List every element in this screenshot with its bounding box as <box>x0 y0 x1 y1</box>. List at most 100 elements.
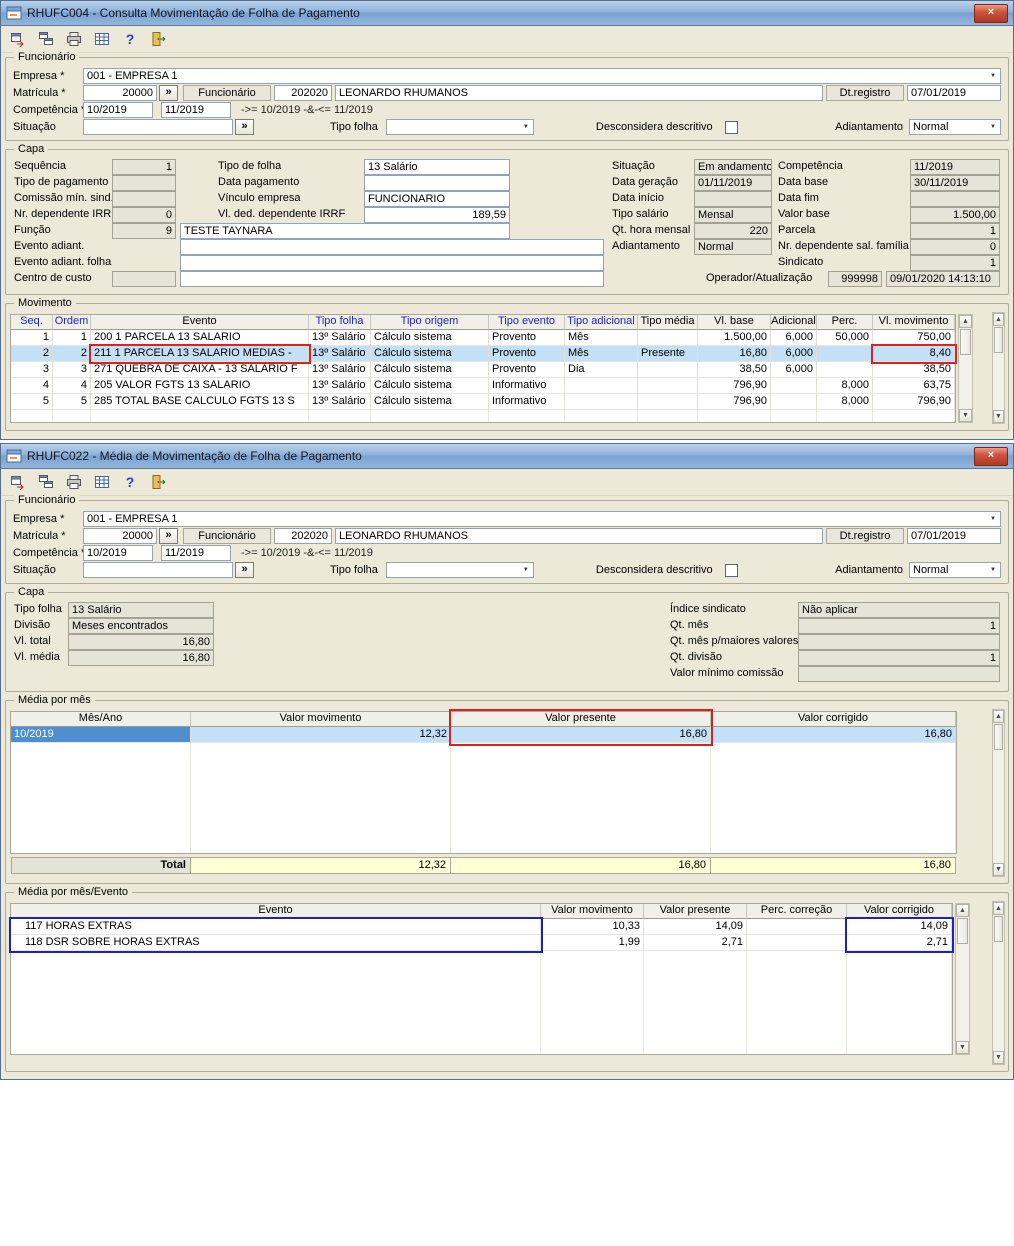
window-cascade-icon[interactable] <box>37 473 55 491</box>
window-cascade-icon[interactable] <box>37 30 55 48</box>
scroll-thumb[interactable] <box>957 918 968 944</box>
column-header[interactable]: Adicional <box>771 315 817 330</box>
competencia-end-input[interactable]: 11/2019 <box>161 545 231 561</box>
window-nav-icon[interactable] <box>9 30 27 48</box>
scroll-thumb[interactable] <box>994 724 1003 750</box>
desconsidera-descritivo-checkbox[interactable] <box>724 563 738 577</box>
scroll-down-button[interactable]: ▼ <box>993 410 1004 423</box>
scroll-down-button[interactable]: ▼ <box>956 1041 969 1054</box>
scroll-thumb[interactable] <box>994 916 1003 942</box>
competencia-start-input[interactable]: 10/2019 <box>83 545 153 561</box>
situacao-input[interactable] <box>83 562 233 578</box>
funcionario-code-field[interactable]: 202020 <box>274 528 332 544</box>
table-cell: Mês <box>565 346 638 362</box>
scroll-down-button[interactable]: ▼ <box>959 409 972 422</box>
column-header[interactable]: Vl. movimento <box>873 315 955 330</box>
competencia-start-input[interactable]: 10/2019 <box>83 102 153 118</box>
matricula-input[interactable]: 20000 <box>83 528 157 544</box>
help-icon[interactable]: ? <box>121 30 139 48</box>
situacao-lookup-button[interactable]: » <box>235 119 254 135</box>
evento-adiant-label: Evento adiant. <box>14 240 85 252</box>
column-header[interactable]: Perc. <box>817 315 873 330</box>
window-title: RHUFC004 - Consulta Movimentação de Folh… <box>27 6 360 20</box>
adiantamento-combobox[interactable]: Normal ▼ <box>909 119 1001 135</box>
column-header[interactable]: Tipo origem <box>371 315 489 330</box>
column-header[interactable]: Perc. correção <box>747 904 847 919</box>
chevron-down-icon[interactable]: ▼ <box>519 124 533 130</box>
chevron-down-icon[interactable]: ▼ <box>986 124 1000 130</box>
scroll-thumb[interactable] <box>994 327 1003 353</box>
column-header[interactable]: Valor corrigido <box>711 712 956 727</box>
column-header[interactable]: Mês/Ano <box>11 712 191 727</box>
print-icon[interactable] <box>65 473 83 491</box>
print-icon[interactable] <box>65 30 83 48</box>
scroll-thumb[interactable] <box>960 329 971 355</box>
funcionario-name-field[interactable]: LEONARDO RHUMANOS <box>335 85 823 101</box>
column-header[interactable]: Seq. <box>11 315 53 330</box>
total-valor-movimento: 12,32 <box>191 857 451 874</box>
funcionario-code-field[interactable]: 202020 <box>274 85 332 101</box>
empresa-combobox[interactable]: 001 - EMPRESA 1 ▼ <box>83 68 1001 84</box>
table-cell <box>638 330 698 346</box>
matricula-lookup-button[interactable]: » <box>159 528 178 544</box>
matricula-lookup-button[interactable]: » <box>159 85 178 101</box>
situacao-lookup-button[interactable]: » <box>235 562 254 578</box>
table-cell <box>771 378 817 394</box>
vertical-scrollbar[interactable]: ▲ ▼ <box>992 709 1005 877</box>
scroll-up-button[interactable]: ▲ <box>956 904 969 917</box>
qt-mes-maiores-field <box>798 634 1000 650</box>
column-header[interactable]: Tipo adicional <box>565 315 638 330</box>
scroll-up-button[interactable]: ▲ <box>959 315 972 328</box>
matricula-input[interactable]: 20000 <box>83 85 157 101</box>
vertical-scrollbar[interactable]: ▲ ▼ <box>955 903 970 1055</box>
column-header[interactable]: Valor movimento <box>541 904 644 919</box>
column-header[interactable]: Valor movimento <box>191 712 451 727</box>
close-icon[interactable]: × <box>974 3 1008 23</box>
column-header[interactable]: Ordem <box>53 315 91 330</box>
help-icon[interactable]: ? <box>121 473 139 491</box>
chevron-down-icon[interactable]: ▼ <box>986 567 1000 573</box>
column-header[interactable]: Tipo média <box>638 315 698 330</box>
scroll-up-button[interactable]: ▲ <box>993 313 1004 326</box>
sindicato-field: 1 <box>910 255 1000 271</box>
title-bar[interactable]: RHUFC022 - Média de Movimentação de Folh… <box>1 444 1013 469</box>
empresa-combobox[interactable]: 001 - EMPRESA 1 ▼ <box>83 511 1001 527</box>
exit-icon[interactable] <box>149 30 167 48</box>
sequencia-label: Sequência <box>14 160 66 172</box>
chevron-down-icon[interactable]: ▼ <box>519 567 533 573</box>
close-icon[interactable]: × <box>974 446 1008 466</box>
column-header[interactable]: Vl. base <box>698 315 771 330</box>
funcionario-name-field[interactable]: LEONARDO RHUMANOS <box>335 528 823 544</box>
exit-icon[interactable] <box>149 473 167 491</box>
table-cell <box>638 378 698 394</box>
desconsidera-descritivo-checkbox[interactable] <box>724 120 738 134</box>
scroll-up-button[interactable]: ▲ <box>993 710 1004 723</box>
column-header[interactable]: Tipo folha <box>309 315 371 330</box>
column-header[interactable]: Valor presente <box>451 712 711 727</box>
chevron-down-icon[interactable]: ▼ <box>986 73 1000 79</box>
column-header[interactable]: Evento <box>91 315 309 330</box>
vertical-scrollbar[interactable]: ▲ ▼ <box>958 314 973 423</box>
adiantamento-combobox[interactable]: Normal ▼ <box>909 562 1001 578</box>
table-cell: 50,000 <box>817 330 873 346</box>
title-bar[interactable]: RHUFC004 - Consulta Movimentação de Folh… <box>1 1 1013 26</box>
vertical-scrollbar[interactable]: ▲ ▼ <box>992 901 1005 1065</box>
grid-icon[interactable] <box>93 473 111 491</box>
situacao-input[interactable] <box>83 119 233 135</box>
vertical-scrollbar[interactable]: ▲ ▼ <box>992 312 1005 424</box>
tipo-folha-combobox[interactable]: ▼ <box>385 562 534 578</box>
grid-icon[interactable] <box>93 30 111 48</box>
scroll-down-button[interactable]: ▼ <box>993 1051 1004 1064</box>
table-cell: 2,71 <box>847 935 952 951</box>
column-header[interactable]: Evento <box>11 904 541 919</box>
parcela-field: 1 <box>910 223 1000 239</box>
scroll-down-button[interactable]: ▼ <box>993 863 1004 876</box>
column-header[interactable]: Valor corrigido <box>847 904 952 919</box>
scroll-up-button[interactable]: ▲ <box>993 902 1004 915</box>
tipo-folha-combobox[interactable]: ▼ <box>385 119 534 135</box>
column-header[interactable]: Valor presente <box>644 904 747 919</box>
column-header[interactable]: Tipo evento <box>489 315 565 330</box>
chevron-down-icon[interactable]: ▼ <box>986 516 1000 522</box>
competencia-end-input[interactable]: 11/2019 <box>161 102 231 118</box>
window-nav-icon[interactable] <box>9 473 27 491</box>
